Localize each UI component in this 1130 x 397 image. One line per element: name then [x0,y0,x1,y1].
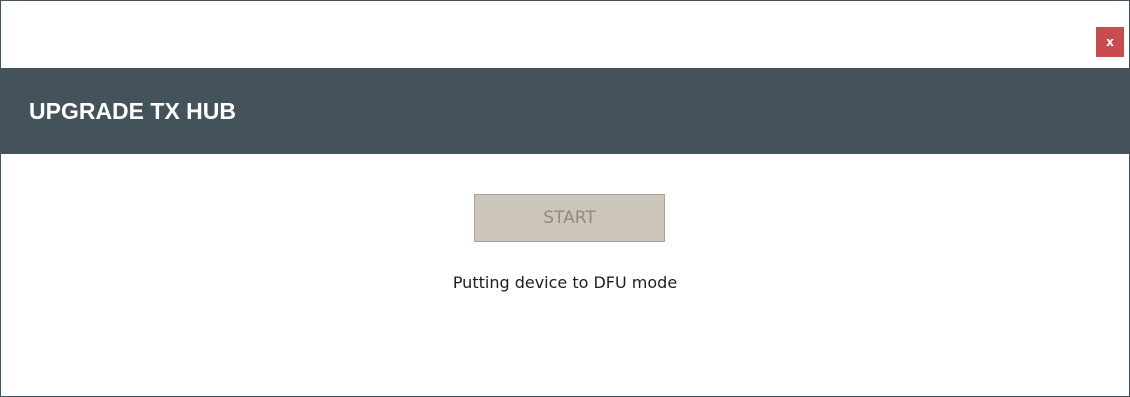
close-button[interactable]: x [1096,27,1124,57]
start-button[interactable]: START [474,194,665,242]
header-bar: UPGRADE TX HUB [1,68,1129,154]
status-text: Putting device to DFU mode [452,273,678,292]
upgrade-dialog: x UPGRADE TX HUB START Putting device to… [0,0,1130,397]
page-title: UPGRADE TX HUB [29,97,237,124]
